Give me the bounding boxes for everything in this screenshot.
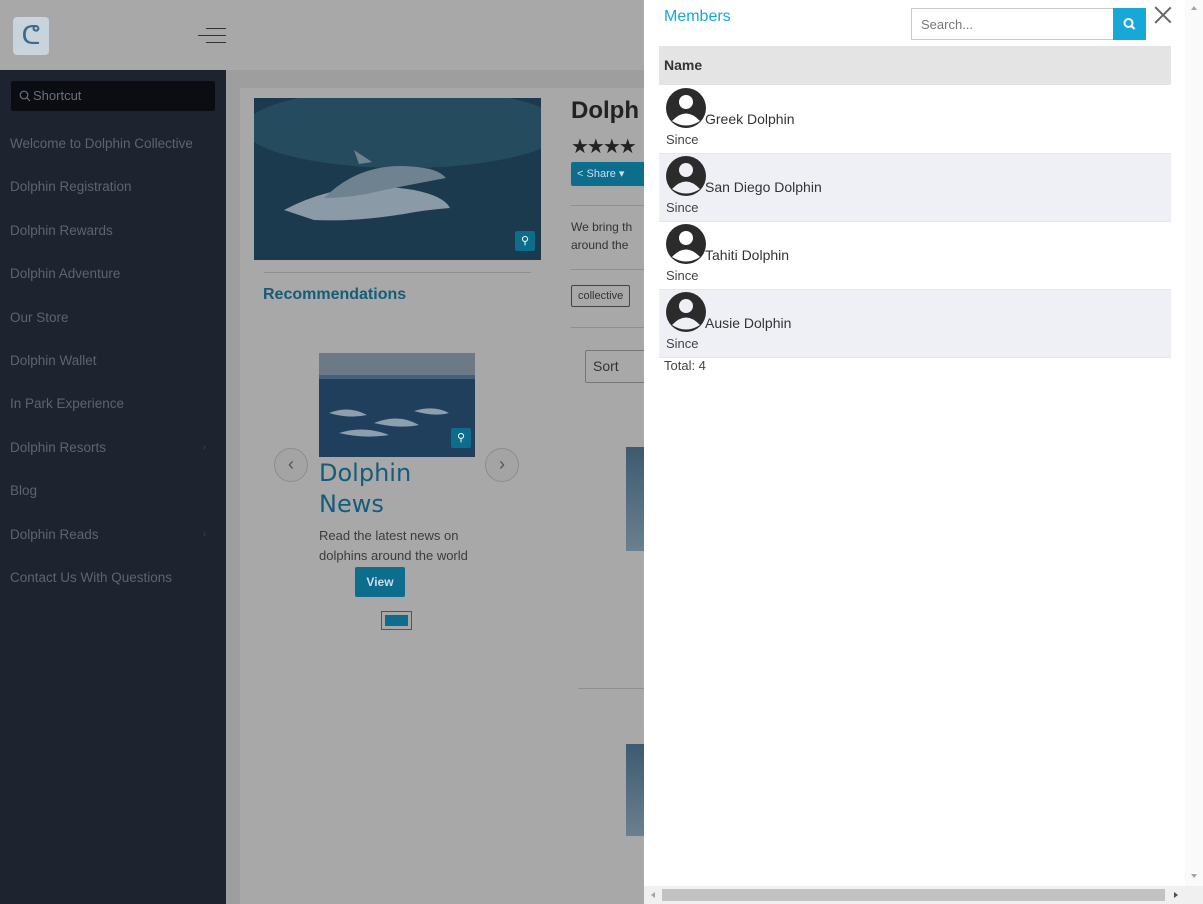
share-label: Share	[586, 168, 616, 180]
dolphin-logo-icon[interactable]: ᕦ	[13, 17, 49, 55]
sidebar-item-label: Dolphin Resorts	[10, 439, 107, 455]
search-icon	[1123, 18, 1136, 30]
search-icon	[19, 90, 31, 102]
column-header-name[interactable]: Name	[659, 46, 1171, 85]
sidebar-item-reads[interactable]: Dolphin Reads ›	[0, 513, 226, 556]
sidebar-item-label: Dolphin Wallet	[10, 352, 97, 368]
description-line: around the	[571, 238, 629, 252]
item-thumbnail[interactable]	[626, 447, 644, 551]
sidebar-item-blog[interactable]: Blog	[0, 469, 226, 512]
sidebar-item-rewards[interactable]: Dolphin Rewards	[0, 209, 226, 252]
user-avatar-icon	[666, 88, 706, 128]
member-since: Since	[666, 268, 699, 283]
divider	[578, 688, 646, 689]
page-title: Dolph	[571, 97, 639, 124]
table-row[interactable]: Greek Dolphin Since	[659, 86, 1171, 154]
scroll-up-icon[interactable]	[1191, 6, 1197, 10]
view-button[interactable]: View	[355, 567, 405, 597]
description: We bring th around the	[571, 218, 646, 254]
sidebar-item-resorts[interactable]: Dolphin Resorts ›	[0, 426, 226, 469]
vertical-scrollbar[interactable]	[1185, 0, 1203, 886]
divider	[571, 269, 646, 270]
sidebar-item-in-park[interactable]: In Park Experience	[0, 382, 226, 425]
description-line: We bring th	[571, 220, 633, 234]
sidebar: ᕦ Shortcut Welcome to Dolphin Collective…	[0, 0, 226, 904]
share-button[interactable]: < Share ▾	[571, 162, 645, 186]
sidebar-nav: Welcome to Dolphin Collective Dolphin Re…	[0, 122, 226, 599]
close-icon[interactable]	[1153, 4, 1173, 26]
sidebar-item-label: Dolphin Registration	[10, 179, 132, 195]
table-row[interactable]: Ausie Dolphin Since	[659, 290, 1171, 358]
carousel-item-title[interactable]: Dolphin News	[319, 458, 469, 520]
members-panel-title: Members	[664, 8, 731, 25]
shortcut-placeholder: Shortcut	[33, 88, 82, 103]
sidebar-item-label: Our Store	[10, 309, 69, 325]
scroll-right-icon[interactable]	[1174, 892, 1178, 898]
logo-area: ᕦ	[0, 0, 226, 70]
member-since: Since	[666, 132, 699, 147]
shortcut-search-input[interactable]: Shortcut	[11, 81, 215, 111]
sidebar-item-label: Dolphin Rewards	[10, 222, 113, 238]
carousel-indicator[interactable]	[381, 611, 412, 630]
dolphin-photo	[254, 98, 541, 260]
scroll-left-icon[interactable]	[651, 892, 655, 898]
sidebar-item-contact[interactable]: Contact Us With Questions	[0, 556, 226, 599]
member-since: Since	[666, 336, 699, 351]
sidebar-item-registration[interactable]: Dolphin Registration	[0, 165, 226, 208]
carousel-item-text: Read the latest news on dolphins around …	[319, 528, 468, 563]
hero-image	[254, 98, 541, 260]
sort-select[interactable]: Sort	[585, 350, 647, 383]
sidebar-item-label: Dolphin Reads	[10, 526, 99, 542]
chevron-right-icon: ›	[202, 441, 206, 453]
binoculars-icon[interactable]: ⚲	[451, 428, 471, 448]
sidebar-item-label: In Park Experience	[10, 396, 125, 412]
divider	[571, 205, 646, 206]
member-name[interactable]: Greek Dolphin	[705, 111, 795, 127]
carousel-next-button[interactable]: ›	[485, 448, 519, 482]
user-avatar-icon	[666, 224, 706, 264]
member-name[interactable]: San Diego Dolphin	[705, 179, 822, 195]
members-total: Total: 4	[664, 358, 706, 373]
sidebar-item-label: Welcome to Dolphin Collective	[10, 136, 193, 151]
user-avatar-icon	[666, 156, 706, 196]
caret-down-icon: ▾	[618, 168, 625, 180]
binoculars-icon[interactable]: ⚲	[515, 231, 535, 251]
sidebar-item-label: Blog	[10, 483, 38, 499]
chevron-right-icon: ›	[202, 528, 206, 540]
members-search-input[interactable]	[911, 8, 1114, 40]
divider	[264, 272, 531, 273]
carousel-prev-button[interactable]: ‹	[274, 448, 308, 482]
share-icon: <	[577, 168, 584, 180]
top-header	[226, 0, 646, 70]
hamburger-menu-icon[interactable]	[198, 26, 226, 46]
tag-badge[interactable]: collective	[571, 285, 631, 307]
user-avatar-icon	[666, 292, 706, 332]
sidebar-item-wallet[interactable]: Dolphin Wallet	[0, 339, 226, 382]
scrollbar-thumb[interactable]	[662, 889, 1165, 901]
table-row[interactable]: San Diego Dolphin Since	[659, 154, 1171, 222]
sidebar-item-adventure[interactable]: Dolphin Adventure	[0, 252, 226, 295]
search-button[interactable]	[1113, 8, 1146, 40]
sidebar-item-store[interactable]: Our Store	[0, 296, 226, 339]
member-since: Since	[666, 200, 699, 215]
member-name[interactable]: Ausie Dolphin	[705, 315, 791, 331]
divider	[571, 327, 646, 328]
item-thumbnail[interactable]	[626, 744, 644, 836]
member-name[interactable]: Tahiti Dolphin	[705, 247, 789, 263]
sidebar-item-label: Dolphin Adventure	[10, 266, 121, 282]
rating-stars: ★★★★	[571, 136, 637, 158]
sidebar-item-welcome[interactable]: Welcome to Dolphin Collective	[0, 122, 226, 165]
table-row[interactable]: Tahiti Dolphin Since	[659, 222, 1171, 290]
sidebar-item-label: Contact Us With Questions	[10, 569, 173, 585]
horizontal-scrollbar[interactable]	[644, 886, 1203, 904]
recommendations-title: Recommendations	[263, 286, 407, 303]
scroll-down-icon[interactable]	[1191, 874, 1197, 878]
